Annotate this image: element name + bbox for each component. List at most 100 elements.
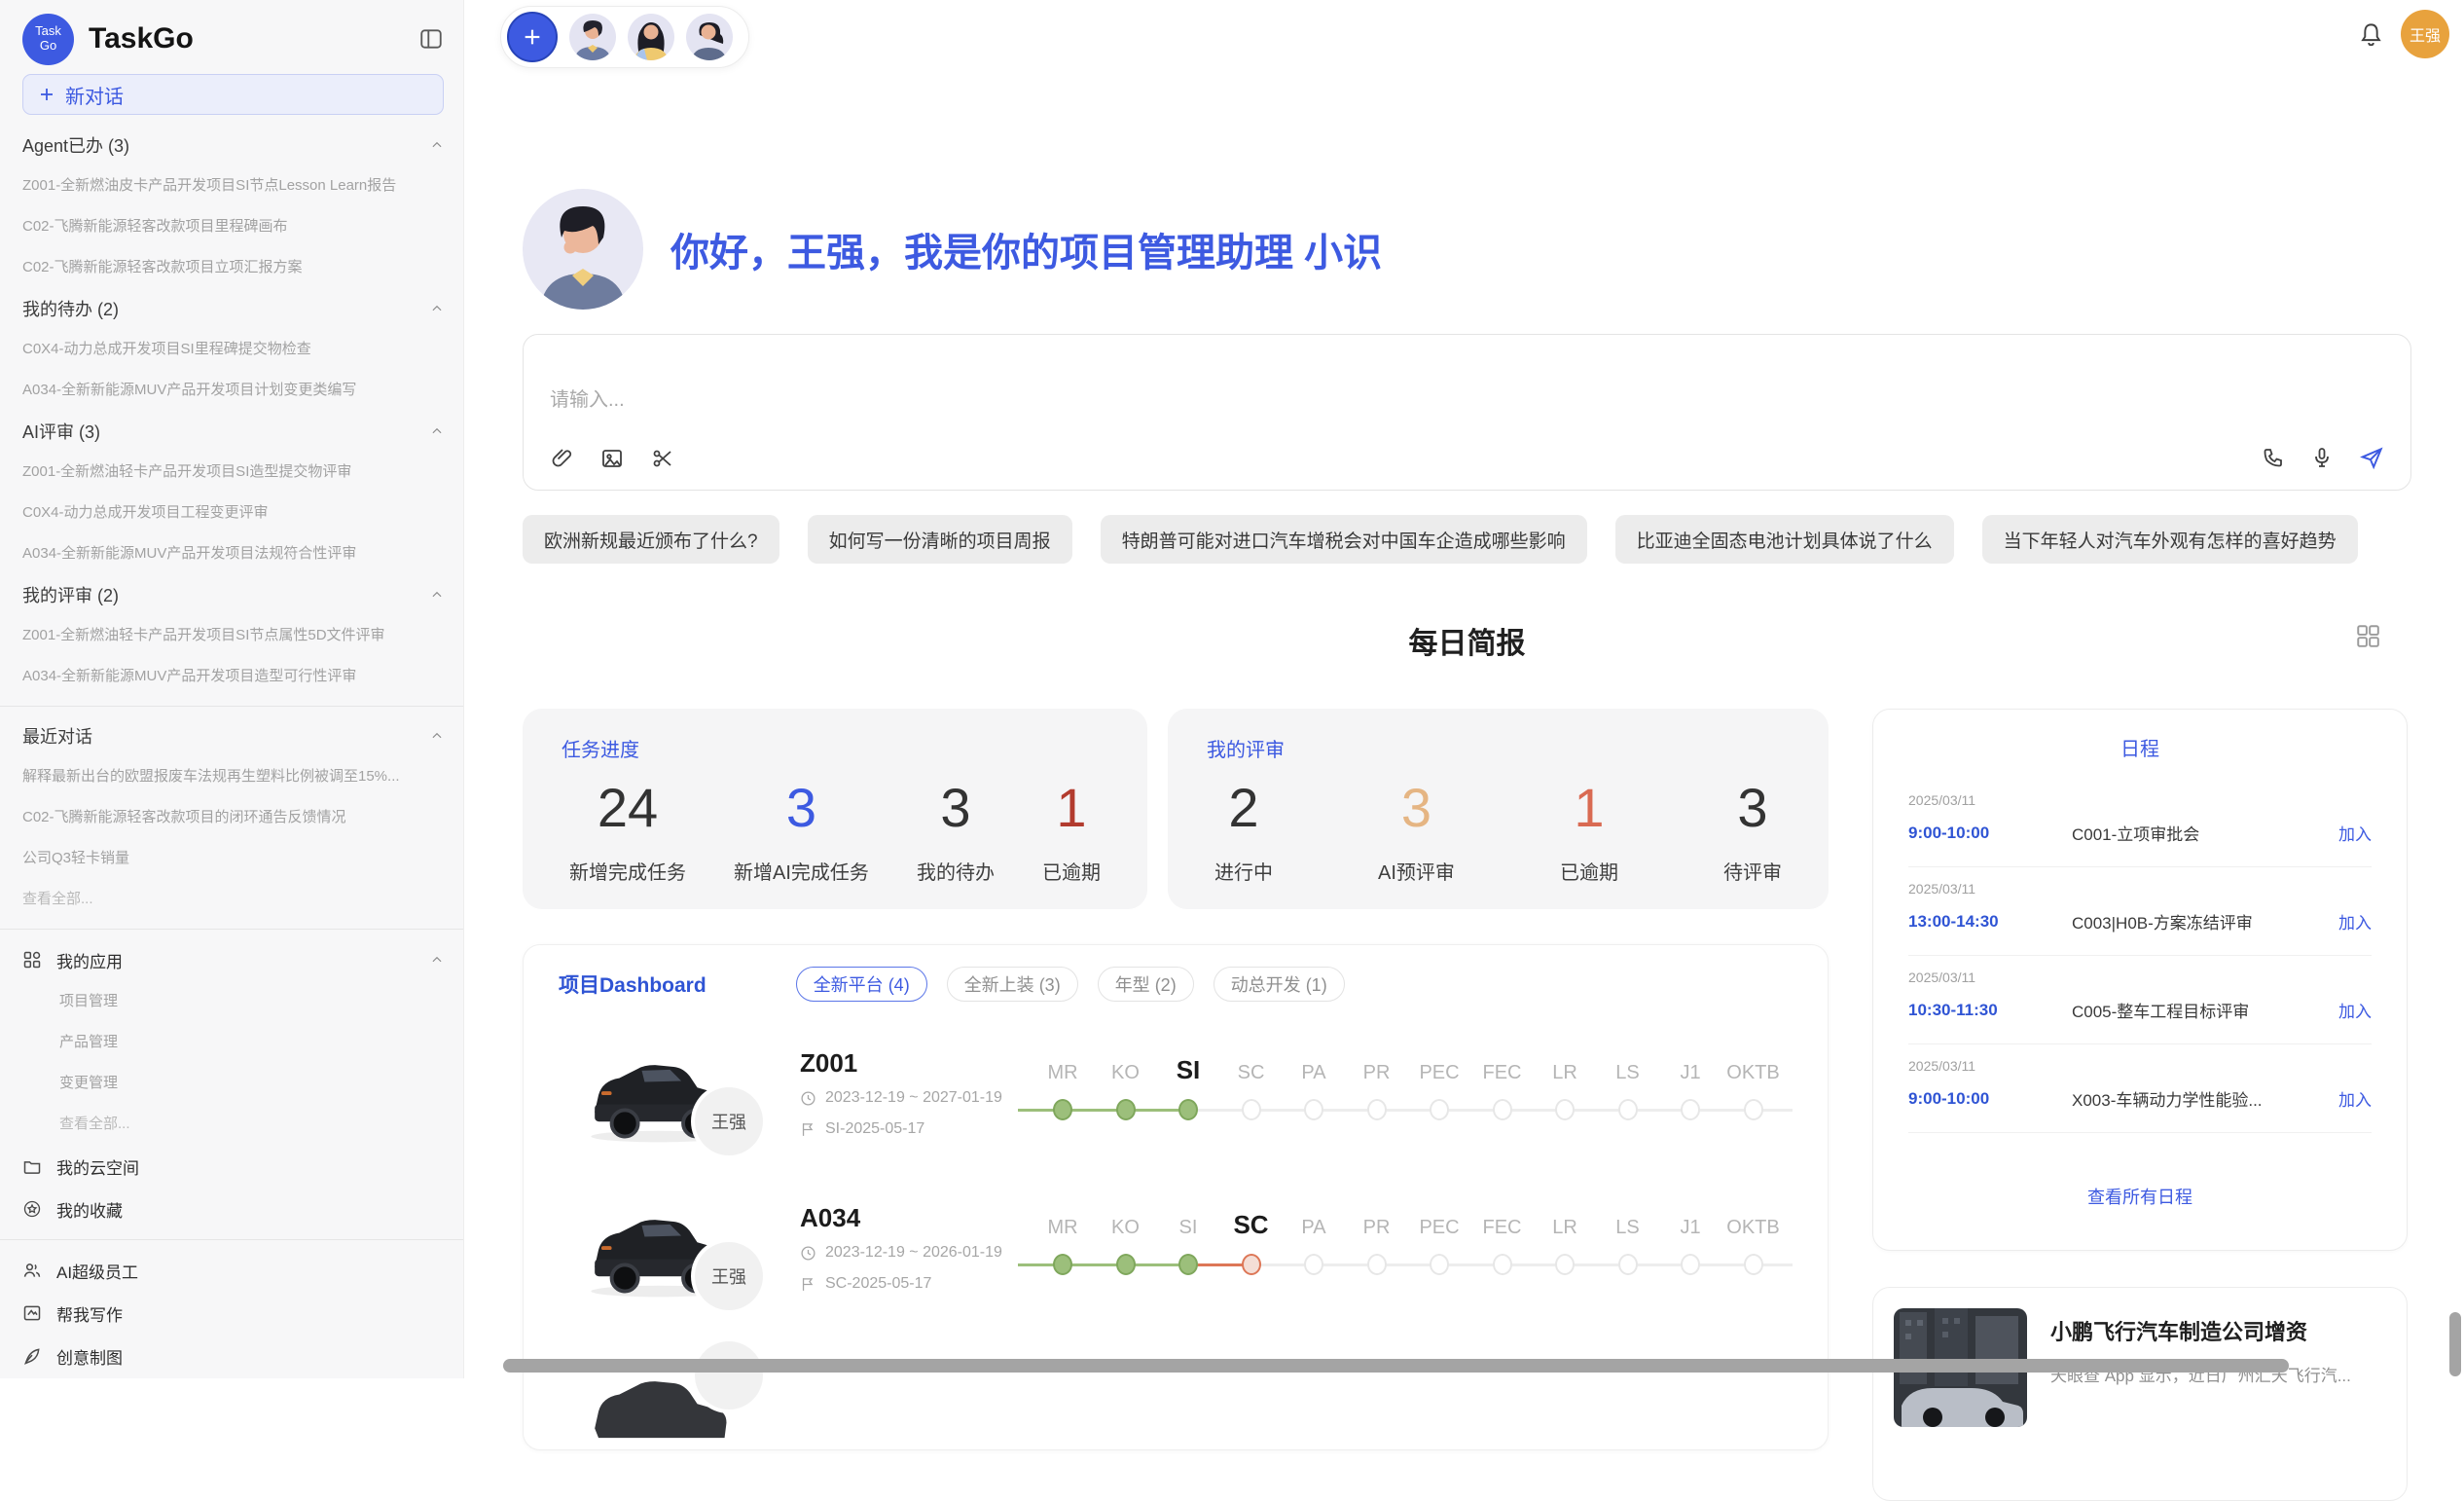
suggestion-chip[interactable]: 欧洲新规最近颁布了什么?	[523, 515, 779, 564]
sidebar-collapse-icon[interactable]	[418, 26, 444, 52]
send-icon[interactable]	[2359, 445, 2384, 470]
add-agent-button[interactable]	[507, 12, 558, 62]
milestone-label: SI	[1179, 1217, 1198, 1239]
chevron-up-icon[interactable]	[430, 729, 444, 743]
event-join-link[interactable]: 加入	[2338, 998, 2372, 1022]
agent-avatar[interactable]	[628, 14, 674, 60]
sidebar-item-ai-staff[interactable]: AI超级员工	[0, 1249, 463, 1292]
agent-avatar[interactable]	[686, 14, 733, 60]
notification-bell-icon[interactable]	[2358, 21, 2384, 48]
task-item[interactable]: A034-全新新能源MUV产品开发项目造型可行性评审	[0, 656, 463, 697]
attachment-icon[interactable]	[550, 447, 573, 470]
app-title: TaskGo	[89, 22, 194, 55]
sidebar-item-help-write[interactable]: 帮我写作	[0, 1292, 463, 1335]
greeting-block: 你好，王强，我是你的项目管理助理 小识	[523, 189, 1382, 310]
app-item[interactable]: 变更管理	[0, 1063, 463, 1104]
milestone-dot-future	[1618, 1099, 1638, 1120]
sidebar-item-my-apps[interactable]: 我的应用	[0, 938, 463, 981]
chat-input[interactable]	[550, 389, 2010, 412]
section-header[interactable]: AI评审 (3)	[0, 411, 463, 452]
section-items: Z001-全新燃油皮卡产品开发项目SI节点Lesson Learn报告 C02-…	[0, 165, 463, 288]
brief-grid-icon[interactable]	[2355, 623, 2380, 648]
chevron-up-icon[interactable]	[430, 424, 444, 438]
horizontal-scrollbar[interactable]	[503, 1359, 2289, 1373]
milestone-label: J1	[1680, 1062, 1700, 1084]
project-row[interactable]: 王强 Z001 2023-12-19 ~ 2027-01-19 SI-2025-…	[559, 1025, 1793, 1180]
stat-label: 进行中	[1214, 857, 1273, 885]
recent-view-all[interactable]: 查看全部...	[0, 879, 463, 920]
dashboard-tab[interactable]: 动总开发 (1)	[1214, 967, 1345, 1002]
input-tools-right	[2262, 445, 2384, 470]
task-item[interactable]: A034-全新新能源MUV产品开发项目法规符合性评审	[0, 533, 463, 574]
schedule-event: 2025/03/11 9:00-10:00 C001-立项审批会 加入	[1908, 779, 2372, 867]
vertical-scrollbar[interactable]	[2449, 1312, 2461, 1376]
recent-item[interactable]: 解释最新出台的欧盟报废车法规再生塑料比例被调至15%...	[0, 756, 463, 797]
project-row[interactable]: 王强 A034 2023-12-19 ~ 2026-01-19 SC-2025-…	[559, 1180, 1793, 1335]
scissors-icon[interactable]	[651, 447, 674, 470]
folder-icon	[22, 1156, 42, 1176]
task-item[interactable]: Z001-全新燃油皮卡产品开发项目SI节点Lesson Learn报告	[0, 165, 463, 206]
new-chat-button[interactable]: 新对话	[22, 74, 444, 115]
apps-grid-icon	[22, 950, 42, 970]
clock-icon	[800, 1090, 816, 1107]
chevron-up-icon[interactable]	[430, 588, 444, 602]
news-content: 小鹏飞行汽车制造公司增资 天眼查 App 显示，近日广州汇天飞行汽...	[2050, 1308, 2351, 1480]
sidebar-item-favorites[interactable]: 我的收藏	[0, 1188, 463, 1230]
suggestion-chip[interactable]: 比亚迪全固态电池计划具体说了什么	[1615, 515, 1954, 564]
chat-input-card	[523, 334, 2411, 491]
sidebar-header: Task Go TaskGo	[0, 0, 463, 66]
user-avatar[interactable]: 王强	[2401, 10, 2449, 58]
stat-value: 1	[1042, 776, 1101, 839]
agent-avatar[interactable]	[569, 14, 616, 60]
task-item[interactable]: Z001-全新燃油轻卡产品开发项目SI节点属性5D文件评审	[0, 615, 463, 656]
image-icon[interactable]	[600, 447, 624, 470]
recent-item[interactable]: 公司Q3轻卡销量	[0, 838, 463, 879]
microphone-icon[interactable]	[2310, 446, 2334, 469]
task-progress-title: 任务进度	[562, 734, 1108, 762]
task-item[interactable]: C0X4-动力总成开发项目SI里程碑提交物检查	[0, 329, 463, 370]
recent-item[interactable]: C02-飞腾新能源轻客改款项目的闭环通告反馈情况	[0, 797, 463, 838]
dashboard-tab[interactable]: 年型 (2)	[1098, 967, 1194, 1002]
task-item[interactable]: C0X4-动力总成开发项目工程变更评审	[0, 493, 463, 533]
schedule-event: 2025/03/11 10:30-11:30 C005-整车工程目标评审 加入	[1908, 956, 2372, 1044]
apps-view-all[interactable]: 查看全部...	[0, 1104, 463, 1145]
suggestion-chips: 欧洲新规最近颁布了什么? 如何写一份清晰的项目周报特朗普可能对进口汽车增税会对中国…	[523, 515, 2358, 564]
chevron-up-icon[interactable]	[430, 953, 444, 967]
event-join-link[interactable]: 加入	[2338, 821, 2372, 845]
section-header[interactable]: 我的评审 (2)	[0, 574, 463, 615]
schedule-view-all-link[interactable]: 查看所有日程	[1908, 1184, 2372, 1209]
app-item[interactable]: 项目管理	[0, 981, 463, 1022]
app-item[interactable]: 产品管理	[0, 1022, 463, 1063]
milestone-dot-future	[1304, 1099, 1323, 1120]
milestone-label: MR	[1047, 1217, 1077, 1239]
section-header[interactable]: Agent已办 (3)	[0, 125, 463, 165]
milestone-label: SC	[1233, 1210, 1268, 1240]
phone-icon[interactable]	[2262, 446, 2285, 469]
event-join-link[interactable]: 加入	[2338, 909, 2372, 934]
dashboard-tab[interactable]: 全新平台 (4)	[796, 967, 927, 1002]
sidebar-item-creative-draw[interactable]: 创意制图	[0, 1335, 463, 1377]
suggestion-chip[interactable]: 如何写一份清晰的项目周报	[808, 515, 1072, 564]
dashboard-tab[interactable]: 全新上装 (3)	[947, 967, 1078, 1002]
milestone-label: LR	[1552, 1217, 1577, 1239]
sidebar-item-cloud-space[interactable]: 我的云空间	[0, 1145, 463, 1188]
event-date: 2025/03/11	[1908, 792, 2372, 808]
task-item[interactable]: C02-飞腾新能源轻客改款项目立项汇报方案	[0, 247, 463, 288]
chevron-up-icon[interactable]	[430, 302, 444, 315]
milestone-dot-future	[1744, 1099, 1763, 1120]
milestone-dot-future	[1430, 1099, 1449, 1120]
stat-value: 24	[569, 776, 686, 839]
task-item[interactable]: C02-飞腾新能源轻客改款项目里程碑画布	[0, 206, 463, 247]
task-item[interactable]: Z001-全新燃油轻卡产品开发项目SI造型提交物评审	[0, 452, 463, 493]
suggestion-chip[interactable]: 当下年轻人对汽车外观有怎样的喜好趋势	[1982, 515, 2358, 564]
project-dates: 2023-12-19 ~ 2027-01-19	[800, 1089, 1002, 1107]
recent-header[interactable]: 最近对话	[0, 715, 463, 756]
event-join-link[interactable]: 加入	[2338, 1086, 2372, 1111]
task-item[interactable]: A034-全新新能源MUV产品开发项目计划变更类编写	[0, 370, 463, 411]
suggestion-chip[interactable]: 特朗普可能对进口汽车增税会对中国车企造成哪些影响	[1101, 515, 1587, 564]
project-milestone-flag: SC-2025-05-17	[800, 1275, 931, 1293]
news-card[interactable]: 小鹏飞行汽车制造公司增资 天眼查 App 显示，近日广州汇天飞行汽...	[1872, 1287, 2408, 1501]
chevron-up-icon[interactable]	[430, 138, 444, 152]
section-header[interactable]: 我的待办 (2)	[0, 288, 463, 329]
milestone-line	[1251, 1263, 1793, 1266]
